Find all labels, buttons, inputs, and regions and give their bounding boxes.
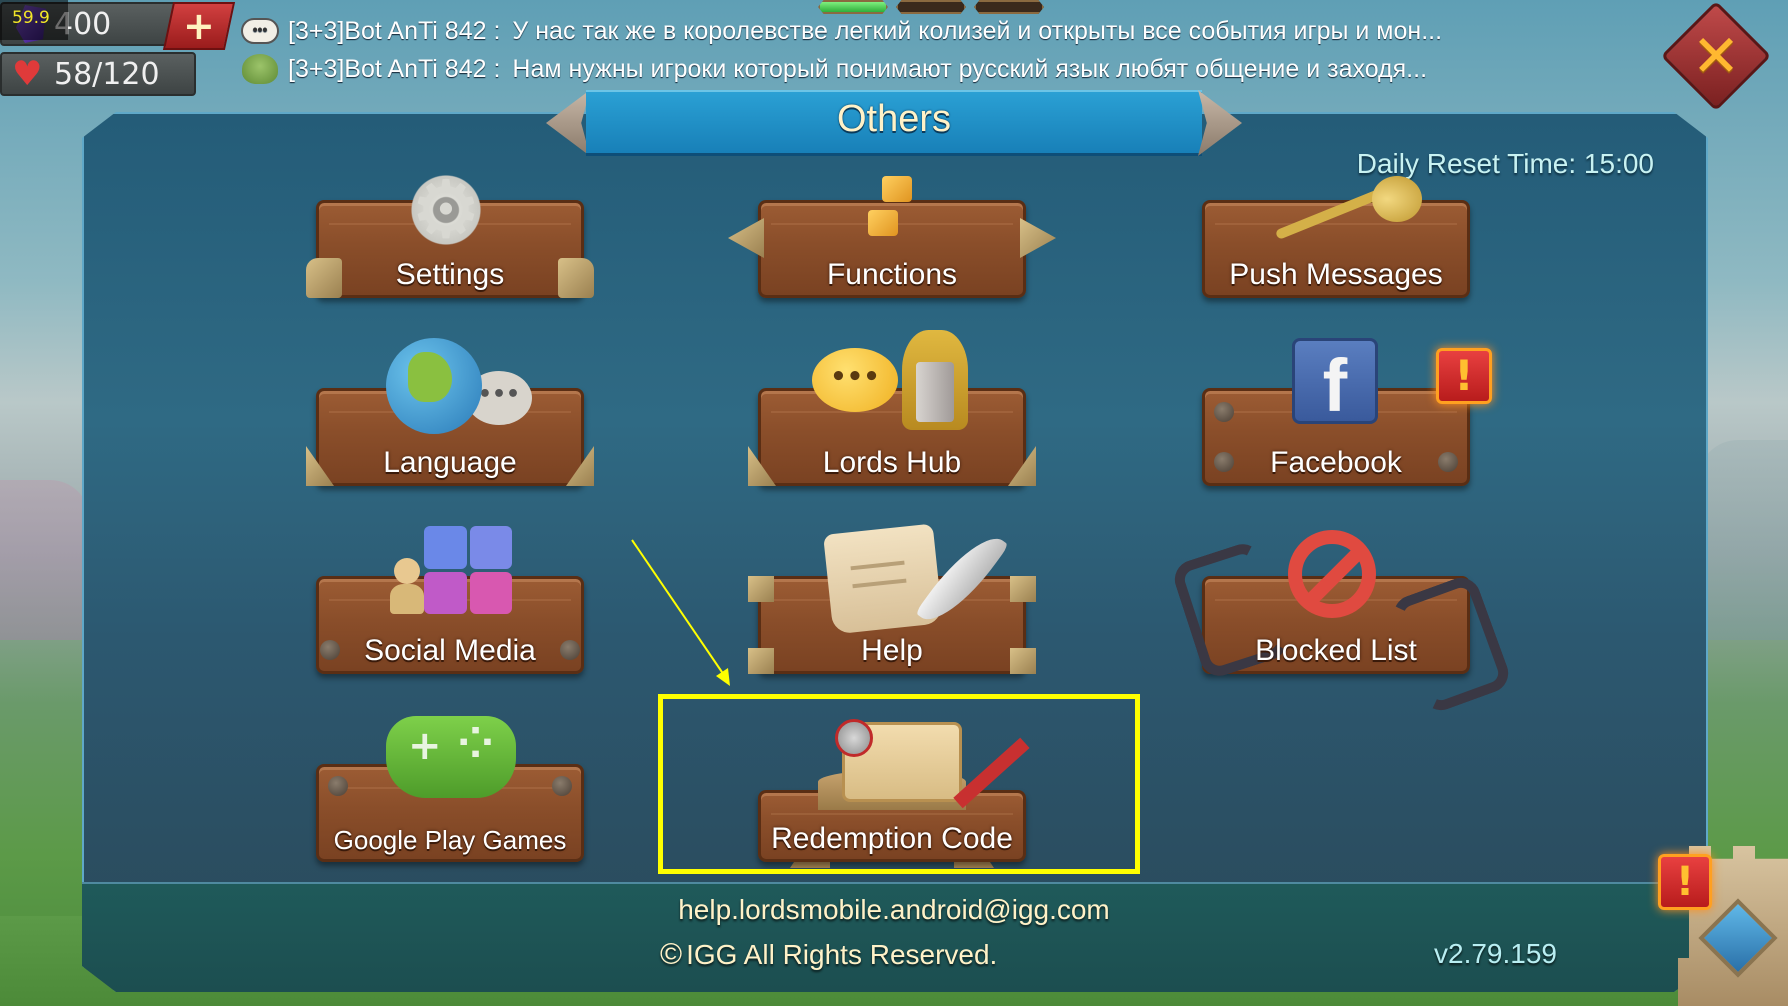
close-button[interactable]: ✕ <box>1660 0 1772 112</box>
blocked-list-label: Blocked List <box>1255 634 1417 667</box>
redemption-code-button[interactable]: Redemption Code <box>748 719 1036 868</box>
helmet-icon <box>902 330 968 430</box>
push-messages-label: Push Messages <box>1229 258 1443 291</box>
rivet-icon <box>1214 402 1234 422</box>
pawn-icon <box>390 558 424 614</box>
corner-ornament-icon <box>1010 576 1036 602</box>
functions-cubes-icon <box>862 176 922 246</box>
horn-icon <box>1262 176 1422 236</box>
seal-icon <box>835 719 873 757</box>
copyright-icon: © <box>660 938 683 971</box>
plus-icon: + <box>183 4 215 48</box>
functions-button[interactable]: Functions <box>728 176 1056 298</box>
fps-counter: 59.9 <box>0 0 68 40</box>
help-label: Help <box>861 634 923 667</box>
alert-badge-icon: ! <box>1436 348 1492 404</box>
social-puzzle-icon <box>390 526 512 614</box>
help-button[interactable]: Help <box>748 523 1036 674</box>
scroll-icon <box>823 523 1009 635</box>
push-messages-button[interactable]: Push Messages <box>1192 176 1480 298</box>
title-banner: Others <box>546 90 1242 156</box>
social-media-label: Social Media <box>364 634 536 667</box>
facebook-button[interactable]: f ! Facebook <box>1192 338 1492 486</box>
copyright-text: IGG All Rights Reserved. <box>686 939 998 970</box>
add-gems-button[interactable]: + <box>162 2 236 50</box>
support-email[interactable]: help.lordsmobile.android@igg.com <box>0 894 1788 926</box>
background-scenery-left <box>0 480 90 640</box>
chat-bubble-icon: ••• <box>240 16 280 46</box>
screw-icon <box>552 776 572 796</box>
language-button[interactable]: ••• Language <box>306 338 594 486</box>
chat-text: У нас так же в королевстве легкий колизе… <box>512 16 1443 45</box>
background-scenery-right <box>1698 440 1788 640</box>
settings-button[interactable]: Settings <box>306 170 594 298</box>
screw-icon <box>328 776 348 796</box>
copyright: © IGG All Rights Reserved. <box>660 938 997 972</box>
certificate-icon <box>835 719 1030 809</box>
globe-icon: ••• <box>386 338 532 434</box>
settings-label: Settings <box>395 258 505 291</box>
castle-button[interactable]: ! <box>1658 836 1788 1006</box>
gamepad-icon: + <box>386 714 516 798</box>
page-title: Others <box>836 98 952 140</box>
version-label: v2.79.159 <box>1434 938 1557 969</box>
facebook-icon: f <box>1292 338 1378 427</box>
alert-badge-icon: ! <box>1658 854 1712 910</box>
chat-message[interactable]: ••• [3+3]Bot AnTi 842 : У нас так же в к… <box>240 12 1540 50</box>
chat-message[interactable]: [3+3]Bot AnTi 842 : Нам нужны игроки кот… <box>240 50 1540 88</box>
lords-hub-icon: ••• <box>812 330 968 430</box>
google-play-games-label: Google Play Games <box>333 825 567 855</box>
chat-feed[interactable]: ••• [3+3]Bot AnTi 842 : У нас так же в к… <box>240 12 1540 88</box>
language-label: Language <box>383 446 517 479</box>
gear-icon <box>406 170 486 250</box>
stamina-value: 58/120 <box>54 56 160 92</box>
close-icon: ✕ <box>1691 22 1741 90</box>
lords-hub-button[interactable]: ••• Lords Hub <box>748 330 1036 486</box>
chat-text: Нам нужны игроки который понимают русски… <box>512 54 1428 83</box>
redemption-code-label: Redemption Code <box>771 822 1013 855</box>
social-media-button[interactable]: Social Media <box>306 526 594 674</box>
corner-ornament-icon <box>748 576 774 602</box>
chat-sender: [3+3]Bot AnTi 842 : <box>288 16 501 45</box>
heart-icon: ♥ <box>12 54 43 94</box>
blocked-list-button[interactable]: Blocked List <box>1169 530 1514 716</box>
speech-bubble-icon: ••• <box>812 348 898 412</box>
lords-hub-label: Lords Hub <box>822 446 962 479</box>
google-play-games-button[interactable]: + Google Play Games <box>306 714 594 862</box>
facebook-label: Facebook <box>1270 446 1402 479</box>
stamina-counter: ♥ 58/120 <box>0 52 196 96</box>
chat-sender: [3+3]Bot AnTi 842 : <box>288 54 501 83</box>
block-icon <box>1288 530 1376 618</box>
functions-label: Functions <box>826 258 958 291</box>
guild-tree-icon <box>240 54 280 84</box>
